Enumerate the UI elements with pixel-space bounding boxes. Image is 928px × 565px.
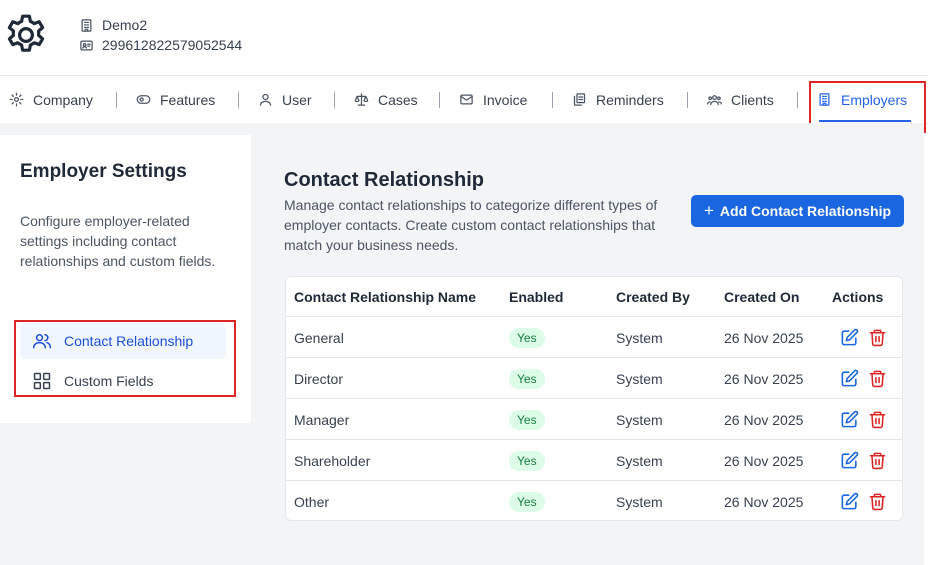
- table-row: Director Yes System 26 Nov 2025: [286, 357, 902, 399]
- app-header: Demo2 299612822579052544: [0, 0, 928, 76]
- tab-divider: [116, 92, 117, 108]
- eye-icon: [136, 95, 151, 104]
- add-button-label: Add Contact Relationship: [719, 203, 892, 219]
- users-icon: [707, 95, 722, 106]
- delete-icon[interactable]: [868, 369, 887, 388]
- tab-label: Company: [33, 91, 93, 108]
- column-header-created-by[interactable]: Created By: [616, 277, 690, 317]
- cell-name: Director: [294, 370, 344, 387]
- gear-icon: [9, 92, 24, 107]
- column-header-created-on[interactable]: Created On: [724, 277, 799, 317]
- tab-label: Clients: [731, 91, 774, 108]
- cell-name: General: [294, 329, 344, 346]
- tab-label: User: [282, 91, 312, 108]
- cell-created-on: 26 Nov 2025: [724, 411, 804, 428]
- tab-reminders[interactable]: Reminders: [572, 76, 664, 123]
- delete-icon[interactable]: [868, 451, 887, 470]
- building-icon: [81, 18, 92, 32]
- column-header-enabled[interactable]: Enabled: [509, 277, 563, 317]
- cell-created-by: System: [616, 370, 663, 387]
- mail-icon: [460, 94, 473, 105]
- edit-icon[interactable]: [840, 410, 859, 429]
- settings-gear-icon[interactable]: [2, 9, 50, 61]
- cell-created-on: 26 Nov 2025: [724, 329, 804, 346]
- column-header-name[interactable]: Contact Relationship Name: [294, 277, 476, 317]
- tab-divider: [439, 92, 440, 108]
- cell-created-on: 26 Nov 2025: [724, 452, 804, 469]
- scale-icon: [354, 93, 369, 106]
- sidebar-description: Configure employer-related settings incl…: [20, 213, 216, 269]
- user-icon: [259, 93, 272, 106]
- tab-clients[interactable]: Clients: [707, 76, 774, 123]
- column-header-actions: Actions: [832, 289, 884, 305]
- tab-label: Invoice: [483, 91, 528, 108]
- status-badge: Yes: [509, 327, 545, 348]
- highlight-box-sidebar-items: [14, 320, 236, 397]
- table-row: General Yes System 26 Nov 2025: [286, 316, 902, 358]
- table-row: Other Yes System 26 Nov 2025: [286, 480, 902, 522]
- add-contact-relationship-button[interactable]: + Add Contact Relationship: [691, 195, 904, 227]
- tab-label: Features: [160, 91, 216, 108]
- cell-created-by: System: [616, 452, 663, 469]
- status-badge: Yes: [509, 450, 545, 471]
- organization-id: 299612822579052544: [102, 37, 243, 53]
- status-badge: Yes: [509, 409, 545, 430]
- cell-created-on: 26 Nov 2025: [724, 370, 804, 387]
- plus-icon: +: [703, 201, 714, 220]
- tab-invoice[interactable]: Invoice: [459, 76, 527, 123]
- cell-created-on: 26 Nov 2025: [724, 493, 804, 510]
- edit-icon[interactable]: [840, 328, 859, 347]
- tab-divider: [552, 92, 553, 108]
- clipboard-icon: [573, 93, 586, 106]
- tab-label: Cases: [378, 91, 418, 108]
- cell-name: Other: [294, 493, 330, 510]
- cell-created-by: System: [616, 329, 663, 346]
- tab-divider: [797, 92, 798, 108]
- sidebar-title: Employer Settings: [20, 161, 187, 182]
- cell-name: Manager: [294, 411, 350, 428]
- delete-icon[interactable]: [868, 492, 887, 511]
- tab-label: Reminders: [596, 91, 664, 108]
- tab-features[interactable]: Features: [136, 76, 215, 123]
- delete-icon[interactable]: [868, 410, 887, 429]
- table-row: Shareholder Yes System 26 Nov 2025: [286, 439, 902, 481]
- tab-divider: [687, 92, 688, 108]
- id-card-icon: [80, 40, 93, 50]
- status-badge: Yes: [509, 491, 545, 512]
- tab-divider: [238, 92, 239, 108]
- tab-company[interactable]: Company: [9, 76, 93, 123]
- tab-user[interactable]: User: [258, 76, 312, 123]
- settings-tabs: Company Features User Cases Invoice Remi…: [0, 75, 928, 124]
- organization-name: Demo2: [102, 17, 148, 33]
- contact-relationship-table: Contact Relationship Name Enabled Create…: [285, 276, 903, 521]
- cell-name: Shareholder: [294, 452, 371, 469]
- edit-icon[interactable]: [840, 369, 859, 388]
- tab-cases[interactable]: Cases: [354, 76, 418, 123]
- delete-icon[interactable]: [868, 328, 887, 347]
- cell-created-by: System: [616, 411, 663, 428]
- edit-icon[interactable]: [840, 451, 859, 470]
- page-title: Contact Relationship: [284, 169, 485, 191]
- table-row: Manager Yes System 26 Nov 2025: [286, 398, 902, 440]
- edit-icon[interactable]: [840, 492, 859, 511]
- cell-created-by: System: [616, 493, 663, 510]
- page-description: Manage contact relationships to categori…: [284, 197, 658, 253]
- organization-info: Demo2 299612822579052544: [79, 15, 242, 55]
- tab-divider: [334, 92, 335, 108]
- status-badge: Yes: [509, 368, 545, 389]
